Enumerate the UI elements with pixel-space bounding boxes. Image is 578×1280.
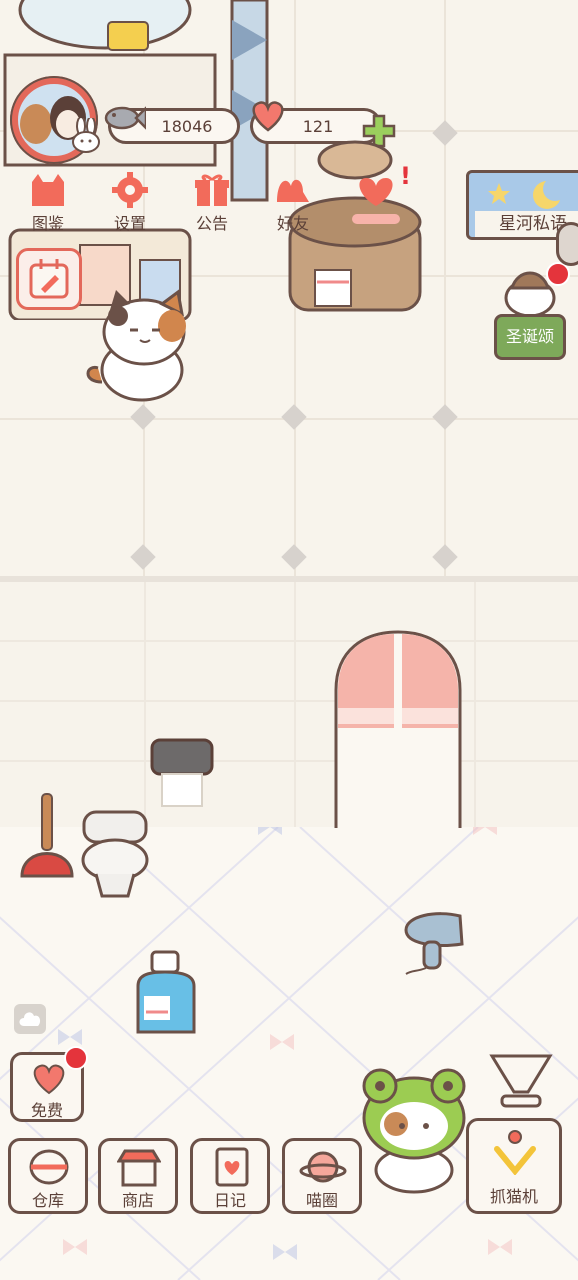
cloud-toggle[interactable]: [14, 1004, 46, 1034]
plunger[interactable]: [18, 790, 78, 886]
nav-storage-label: 仓库: [31, 1191, 64, 1210]
claw-machine-button[interactable]: 抓猫机: [466, 1118, 562, 1214]
christmas-event-label: 圣诞颂: [505, 327, 554, 346]
hair-dryer[interactable]: [396, 910, 472, 984]
moon-icon: [488, 177, 567, 209]
curtain-doorway[interactable]: [334, 630, 464, 830]
menu-catalog[interactable]: 图鉴: [18, 172, 78, 234]
cloud-icon: [19, 1012, 41, 1026]
shop-icon: [117, 1149, 161, 1187]
cat-book-icon: [32, 174, 64, 206]
fish-count: 18046: [161, 117, 213, 136]
storage-icon: [29, 1149, 69, 1185]
menu-announcement-label: 公告: [195, 214, 228, 233]
nav-shop[interactable]: 商店: [98, 1138, 178, 1214]
calendar-button[interactable]: [16, 248, 82, 310]
heart-icon: [33, 1064, 65, 1095]
wall-tile-line: [0, 700, 578, 702]
nav-storage[interactable]: 仓库: [8, 1138, 88, 1214]
calico-cat[interactable]: [82, 286, 212, 404]
menu-settings-label: 设置: [113, 214, 146, 233]
menu-mail[interactable]: !: [344, 162, 414, 230]
menu-announcement[interactable]: 公告: [182, 172, 242, 234]
menu-catalog-label: 图鉴: [31, 214, 64, 233]
gear-icon: [112, 172, 148, 208]
heart-icon: [252, 101, 284, 132]
christmas-notification-badge: [546, 262, 570, 286]
wall-tile-line: [144, 582, 146, 827]
tissue-holder[interactable]: [150, 738, 216, 810]
wall-tile-line: [0, 760, 578, 762]
claw-machine-label: 抓猫机: [489, 1187, 538, 1206]
fish-icon: [104, 106, 146, 130]
christmas-event-button[interactable]: 圣诞颂: [494, 314, 566, 360]
nav-cat-circle-label: 喵圈: [305, 1191, 338, 1210]
heart-mail-icon: [352, 178, 400, 224]
gift-icon: [195, 174, 229, 206]
side-pause-toggle[interactable]: [556, 222, 578, 266]
wall-tile-line: [474, 582, 476, 827]
menu-friends-label: 好友: [276, 214, 309, 233]
claw-icon: [494, 1130, 536, 1175]
friends-icon: [277, 179, 309, 202]
free-gift-badge: [64, 1046, 88, 1070]
nav-diary-label: 日记: [213, 1191, 246, 1210]
menu-friends[interactable]: 好友: [263, 172, 323, 234]
nav-shop-label: 商店: [121, 1191, 154, 1210]
diary-icon: [215, 1147, 249, 1187]
claw-drop-icon: [489, 1054, 553, 1108]
bathroom-wall: [0, 582, 578, 827]
floor-grid-line: [444, 0, 446, 580]
planet-cat-icon: [299, 1151, 347, 1183]
toilet[interactable]: [78, 808, 152, 900]
calendar-icon: [29, 259, 69, 299]
wall-tile-line: [294, 582, 296, 827]
detergent-bottle[interactable]: [132, 950, 202, 1036]
nav-diary[interactable]: 日记: [190, 1138, 270, 1214]
free-gift-label: 免费: [30, 1101, 63, 1120]
menu-settings[interactable]: 设置: [100, 172, 160, 234]
wall-tile-line: [0, 640, 578, 642]
bunny-icon: [72, 118, 100, 153]
nav-cat-circle[interactable]: 喵圈: [282, 1138, 362, 1214]
mail-alert-icon: !: [400, 162, 411, 190]
frog-hat-cat[interactable]: [356, 1066, 472, 1194]
